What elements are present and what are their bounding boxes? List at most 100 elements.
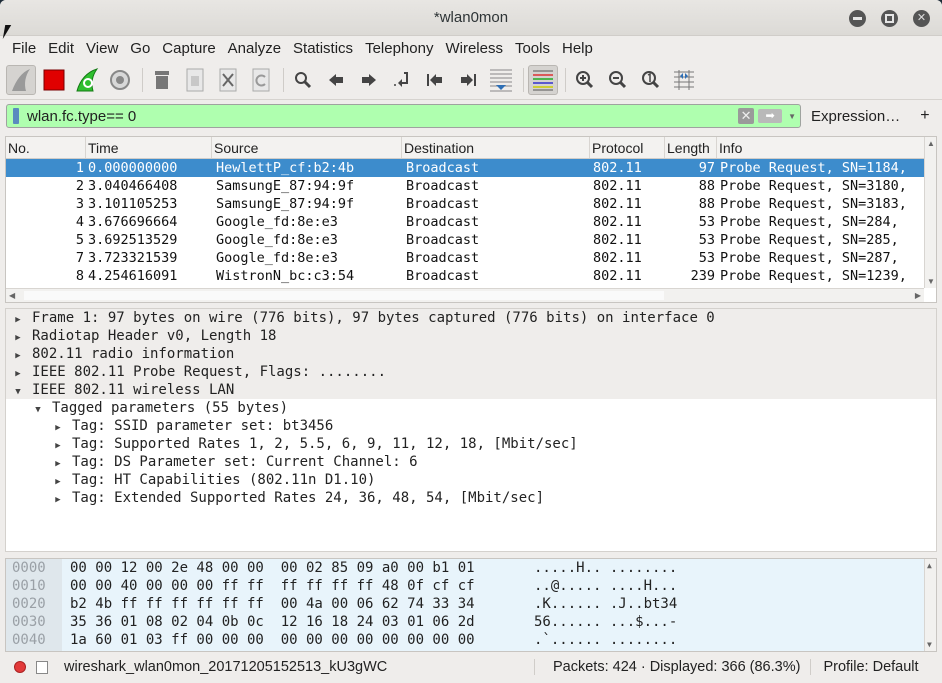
menu-edit[interactable]: Edit	[42, 40, 80, 57]
first-packet-button[interactable]	[420, 65, 450, 95]
packet-row[interactable]: 4 3.676696664 Google_fd:8e:e3 Broadcast 802.…	[6, 213, 936, 231]
filter-bookmark-icon[interactable]	[13, 108, 19, 124]
packet-cell-length: 88	[698, 196, 715, 212]
packet-cell-destination: Broadcast	[406, 268, 480, 284]
detail-tree-item[interactable]: ▶ IEEE 802.11 Probe Request, Flags: .....…	[6, 363, 936, 381]
packet-cell-info: Probe Request, SN=3180,	[720, 178, 907, 194]
detail-tree-item[interactable]: ▶ Tag: SSID parameter set: bt3456	[6, 417, 936, 435]
open-file-icon	[155, 70, 169, 89]
go-forward-button[interactable]	[354, 65, 384, 95]
stop-capture-button[interactable]	[39, 65, 69, 95]
column-header-info[interactable]: Info	[717, 137, 936, 158]
go-to-packet-button[interactable]	[387, 65, 417, 95]
byte-offset: 0040	[6, 631, 62, 649]
bytes-row[interactable]: 0040 1a 60 01 03 ff 00 00 00 00 00 00 00 …	[6, 631, 936, 649]
packet-row[interactable]: 2 3.040466408 SamsungE_87:94:9f Broadcast 80…	[6, 177, 936, 195]
hex-bytes: 00 00 40 00 00 00 ff ff ff ff ff ff 48 0…	[70, 578, 475, 594]
start-capture-button[interactable]	[6, 64, 36, 95]
bytes-row[interactable]: 0020 b2 4b ff ff ff ff ff ff 00 4a 00 06 …	[6, 595, 936, 613]
autoscroll-button[interactable]	[486, 65, 516, 95]
detail-tree-item[interactable]: ▶ 802.11 radio information	[6, 345, 936, 363]
scroll-down-icon[interactable]: ▼	[927, 640, 932, 649]
reload-file-button[interactable]	[246, 65, 276, 95]
resize-columns-button[interactable]	[669, 65, 699, 95]
expand-arrow-icon[interactable]: ▶	[52, 491, 64, 509]
packet-row[interactable]: 5 3.692513529 Google_fd:8e:e3 Broadcast 802.…	[6, 231, 936, 249]
column-header-time[interactable]: Time	[86, 137, 212, 158]
reload-file-icon	[252, 68, 270, 91]
maximize-button[interactable]	[881, 10, 898, 27]
apply-filter-icon[interactable]: ➡	[758, 109, 783, 123]
minimize-button[interactable]	[849, 10, 866, 27]
packet-row[interactable]: 1 0.000000000 HewlettP_cf:b2:4b Broadcast 80…	[6, 159, 936, 177]
save-file-button[interactable]	[180, 65, 210, 95]
detail-tree-item[interactable]: ▶ Tag: Supported Rates 1, 2, 5.5, 6, 9, 1…	[6, 435, 936, 453]
menu-capture[interactable]: Capture	[156, 40, 221, 57]
menu-go[interactable]: Go	[124, 40, 156, 57]
scroll-left-icon[interactable]: ◀	[9, 291, 15, 300]
menu-view[interactable]: View	[80, 40, 124, 57]
packet-list-vertical-scrollbar[interactable]: ▲ ▼	[924, 137, 936, 288]
detail-tree-item[interactable]: ▶ Tag: Extended Supported Rates 24, 36, 4…	[6, 489, 936, 507]
column-header-protocol[interactable]: Protocol	[590, 137, 665, 158]
zoom-out-button[interactable]	[603, 65, 633, 95]
column-header-source[interactable]: Source	[212, 137, 402, 158]
packet-cell-source: Google_fd:8e:e3	[216, 232, 338, 248]
detail-tree-item[interactable]: ▶ Tag: HT Capabilities (802.11n D1.10)	[6, 471, 936, 489]
clear-filter-icon[interactable]: ✕	[738, 108, 755, 124]
packet-row[interactable]: 3 3.101105253 SamsungE_87:94:9f Broadcast 80…	[6, 195, 936, 213]
colorize-button[interactable]	[528, 64, 558, 95]
bytes-vertical-scrollbar[interactable]: ▲ ▼	[924, 559, 936, 651]
last-packet-button[interactable]	[453, 65, 483, 95]
menu-telephony[interactable]: Telephony	[359, 40, 439, 57]
scroll-down-icon[interactable]: ▼	[927, 277, 935, 286]
profile-label[interactable]: Profile: Default	[823, 659, 918, 675]
packet-row[interactable]: 8 4.254616091 WistronN_bc:c3:54 Broadcast 80…	[6, 267, 936, 285]
horizontal-scroll-thumb[interactable]	[24, 291, 664, 300]
display-filter-input[interactable]: wlan.fc.type== 0 ✕ ➡ ▼	[6, 104, 801, 128]
find-packet-button[interactable]	[288, 65, 318, 95]
bytes-row[interactable]: 0000 00 00 12 00 2e 48 00 00 00 02 85 09 …	[6, 559, 936, 577]
close-file-button[interactable]	[213, 65, 243, 95]
menu-analyze[interactable]: Analyze	[222, 40, 287, 57]
menu-file[interactable]: File	[6, 40, 42, 57]
go-back-button[interactable]	[321, 65, 351, 95]
column-header-destination[interactable]: Destination	[402, 137, 590, 158]
scroll-up-icon[interactable]: ▲	[927, 561, 932, 570]
menu-statistics[interactable]: Statistics	[287, 40, 359, 57]
packet-row[interactable]: 7 3.723321539 Google_fd:8e:e3 Broadcast 802.…	[6, 249, 936, 267]
open-file-button[interactable]	[147, 65, 177, 95]
expression-button[interactable]: Expression…	[811, 108, 900, 125]
close-button[interactable]: ✕	[913, 10, 930, 27]
packet-cell-protocol: 802.11	[593, 196, 642, 212]
autoscroll-icon	[490, 69, 512, 91]
detail-tree-item[interactable]: ▼ IEEE 802.11 wireless LAN	[6, 381, 936, 399]
filter-history-dropdown-icon[interactable]: ▼	[788, 112, 796, 121]
capture-comment-icon[interactable]	[36, 660, 48, 674]
restart-capture-button[interactable]	[72, 65, 102, 95]
normal-size-button[interactable]	[636, 65, 666, 95]
menu-tools[interactable]: Tools	[509, 40, 556, 57]
scroll-right-icon[interactable]: ▶	[915, 291, 921, 300]
detail-tree-item[interactable]: ▶ Radiotap Header v0, Length 18	[6, 327, 936, 345]
bytes-row[interactable]: 0030 35 36 01 08 02 04 0b 0c 12 16 18 24 …	[6, 613, 936, 631]
colorize-icon	[533, 70, 553, 90]
packet-list-horizontal-scrollbar[interactable]: ◀ ▶	[6, 288, 924, 302]
menu-wireless[interactable]: Wireless	[439, 40, 509, 57]
capture-options-button[interactable]	[105, 65, 135, 95]
ascii-bytes: .`...... ........	[534, 632, 678, 648]
menu-help[interactable]: Help	[556, 40, 599, 57]
zoom-in-button[interactable]	[570, 65, 600, 95]
detail-tree-item[interactable]: ▶ Frame 1: 97 bytes on wire (776 bits), 9…	[6, 309, 936, 327]
detail-tree-item[interactable]: ▼ Tagged parameters (55 bytes)	[6, 399, 936, 417]
scroll-up-icon[interactable]: ▲	[927, 139, 935, 148]
column-header-length[interactable]: Length	[665, 137, 717, 158]
last-packet-icon	[461, 73, 476, 86]
bytes-row[interactable]: 0010 00 00 40 00 00 00 ff ff ff ff ff ff …	[6, 577, 936, 595]
packet-cell-time: 3.676696664	[88, 214, 178, 230]
display-filter-text[interactable]: wlan.fc.type== 0	[27, 108, 738, 125]
detail-tree-item[interactable]: ▶ Tag: DS Parameter set: Current Channel:…	[6, 453, 936, 471]
expert-info-icon[interactable]	[14, 661, 26, 673]
column-header-no[interactable]: No.	[6, 137, 86, 158]
add-filter-button[interactable]: +	[920, 107, 929, 125]
